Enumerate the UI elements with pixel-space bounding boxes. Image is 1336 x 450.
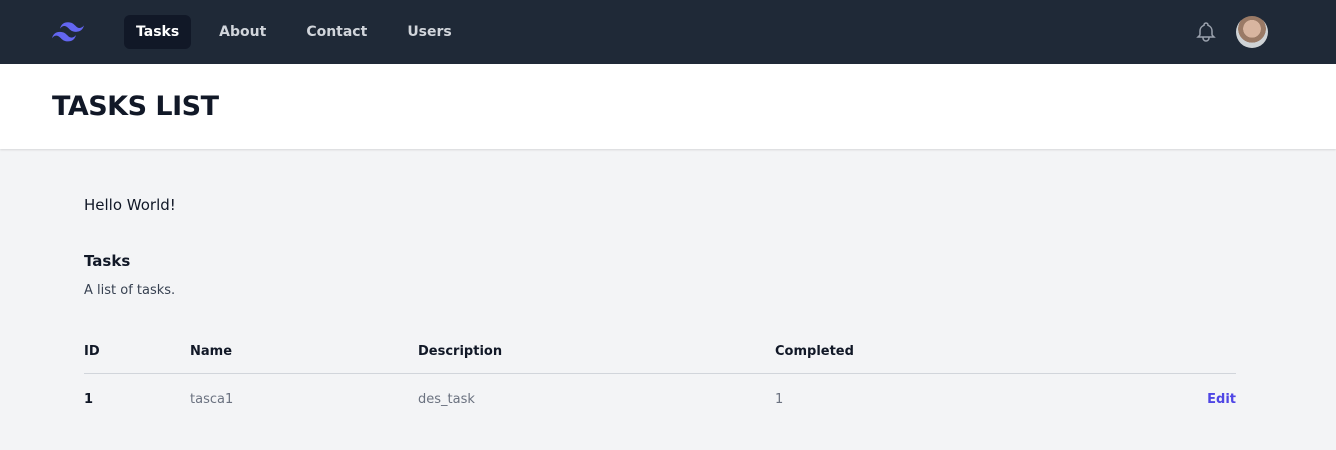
nav-contact[interactable]: Contact: [294, 15, 379, 49]
section-description: A list of tasks.: [84, 283, 176, 298]
cell-id: 1: [84, 392, 94, 407]
cell-description: des_task: [418, 392, 475, 407]
user-avatar[interactable]: [1236, 16, 1268, 48]
tasks-table: ID Name Description Completed 1 tasca1 d…: [84, 344, 1236, 407]
top-nav: Tasks About Contact Users: [0, 0, 1336, 64]
col-completed: Completed: [775, 344, 1113, 374]
col-actions: [1112, 344, 1236, 374]
section-title: Tasks: [84, 252, 131, 270]
table-row: 1 tasca1 des_task 1 Edit: [84, 374, 1236, 407]
bell-icon[interactable]: [1194, 20, 1218, 44]
edit-link[interactable]: Edit: [1207, 392, 1236, 407]
cell-completed: 1: [775, 392, 784, 407]
nav-users[interactable]: Users: [395, 15, 463, 49]
page-title: TASKS LIST: [52, 91, 219, 122]
page-header: TASKS LIST: [0, 64, 1336, 149]
nav-about[interactable]: About: [207, 15, 278, 49]
greeting: Hello World!: [84, 196, 176, 214]
cell-name: tasca1: [190, 392, 234, 407]
logo-icon[interactable]: [52, 22, 84, 42]
col-description: Description: [418, 344, 775, 374]
nav-tasks[interactable]: Tasks: [124, 15, 192, 49]
col-name: Name: [190, 344, 418, 374]
col-id: ID: [84, 344, 190, 374]
